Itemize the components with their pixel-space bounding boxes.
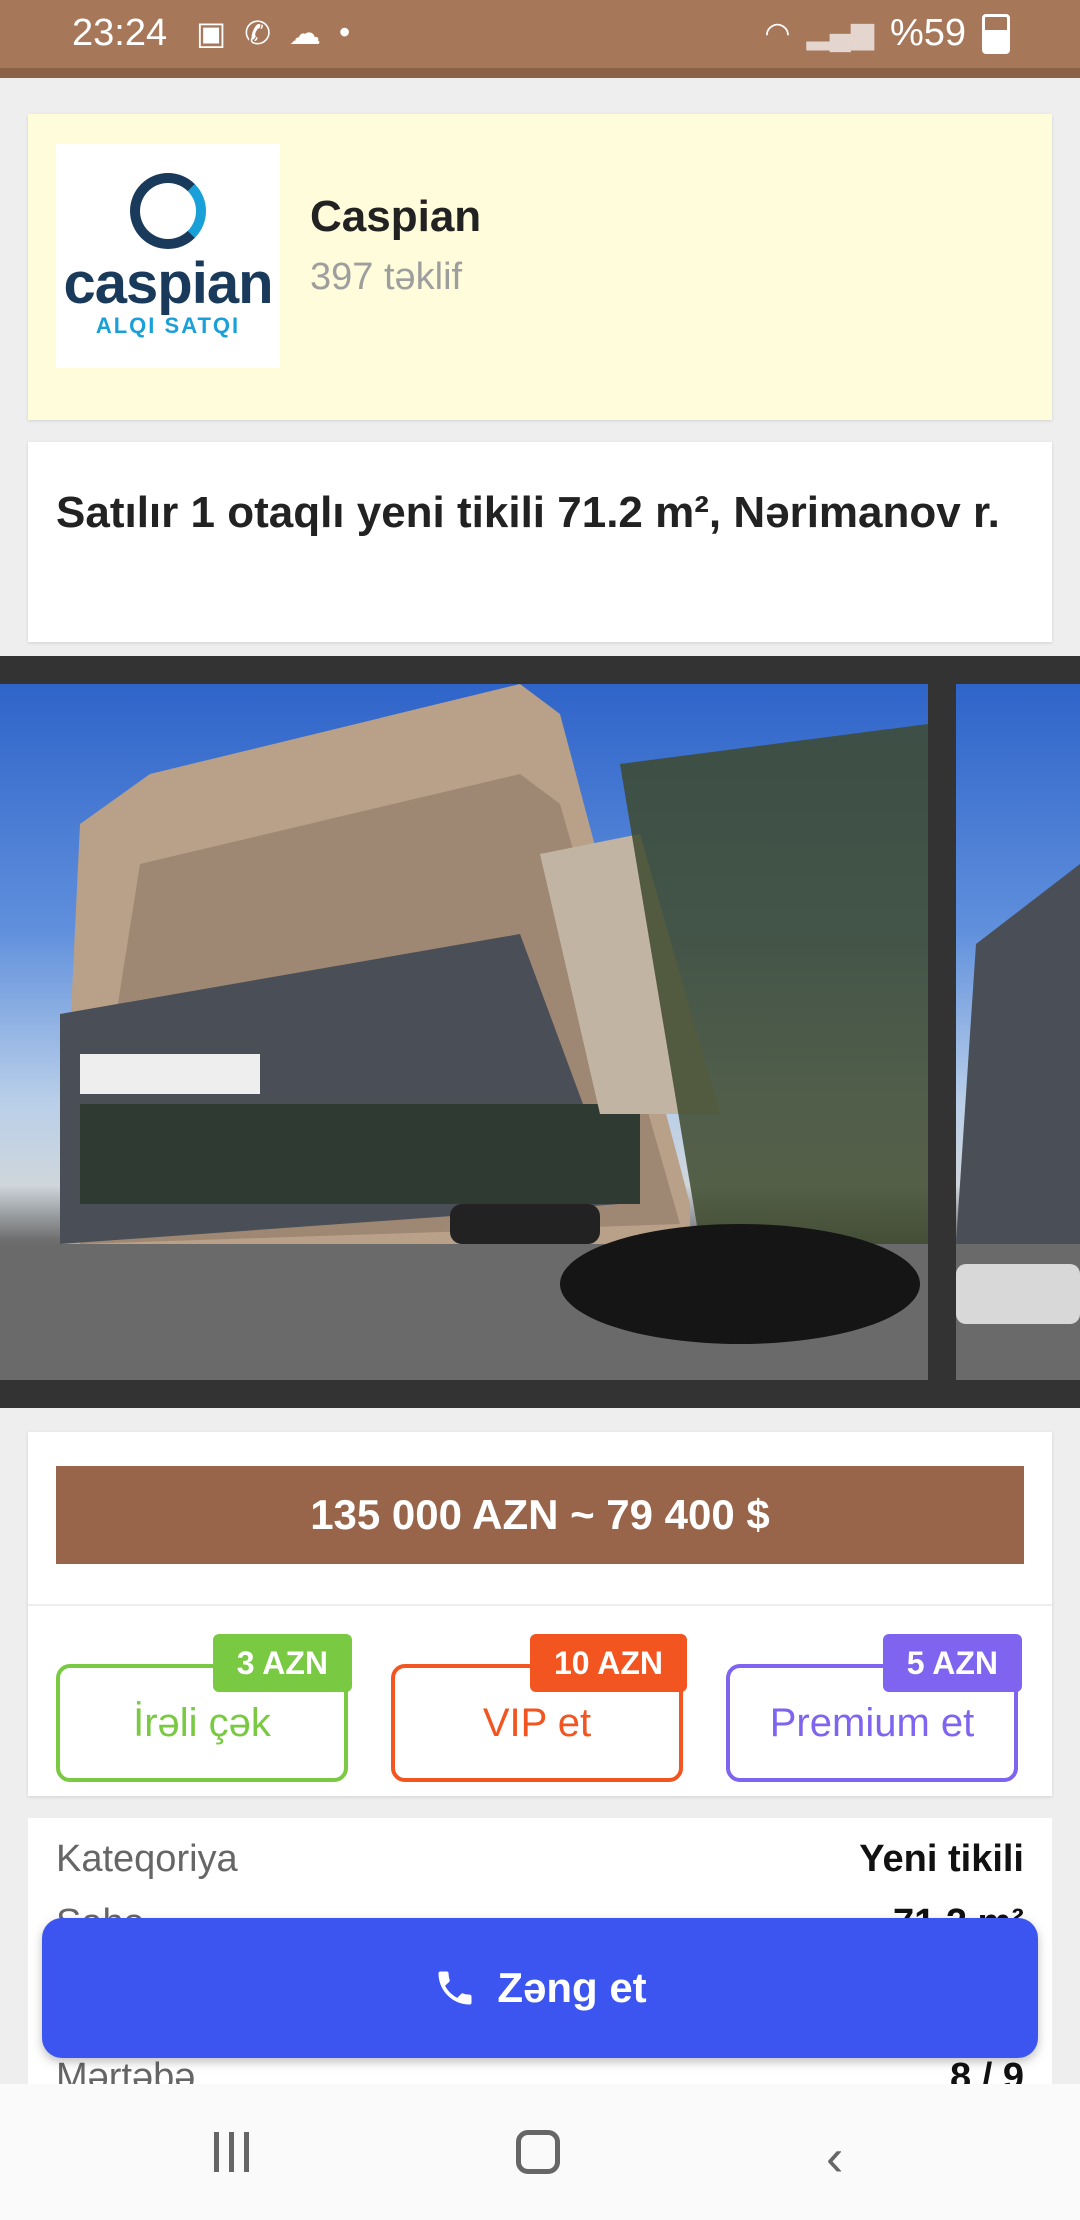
photo-gallery[interactable] xyxy=(0,656,1080,1408)
recent-apps-icon[interactable] xyxy=(214,2132,249,2172)
vip-button[interactable]: 10 AZN VIP et xyxy=(391,1634,687,1782)
gallery-photo-next[interactable] xyxy=(956,684,1080,1380)
system-nav-bar: ‹ xyxy=(0,2084,1080,2220)
cloud-icon: ☁ xyxy=(289,15,322,51)
logo-house-icon xyxy=(130,173,206,249)
detail-row-category: Kateqoriya Yeni tikili xyxy=(56,1838,1024,1881)
logo-word: caspian xyxy=(63,251,274,316)
battery-level: %59 xyxy=(889,12,966,54)
listing-title: Satılır 1 otaqlı yeni tikili 71.2 m², Nə… xyxy=(56,488,1000,537)
call-button[interactable]: Zəng et xyxy=(42,1918,1038,2058)
home-icon[interactable] xyxy=(516,2130,560,2174)
seller-name[interactable]: Caspian xyxy=(310,192,481,242)
divider xyxy=(28,1604,1052,1606)
gallery-photo-current[interactable] xyxy=(0,684,928,1380)
premium-button[interactable]: 5 AZN Premium et xyxy=(726,1634,1022,1782)
seller-logo: caspian ALQI SATQI xyxy=(56,144,280,368)
back-icon[interactable]: ‹ xyxy=(826,2128,843,2188)
seller-card[interactable]: caspian ALQI SATQI Caspian 397 təklif xyxy=(28,114,1052,420)
promote-forward-button[interactable]: 3 AZN İrəli çək xyxy=(56,1634,352,1782)
whatsapp-icon: ✆ xyxy=(244,15,272,51)
premium-price-badge: 5 AZN xyxy=(882,1634,1022,1692)
dot-icon: • xyxy=(339,14,351,50)
price-card: 135 000 AZN ~ 79 400 $ 3 AZN İrəli çək 1… xyxy=(28,1432,1052,1796)
promote-forward-price-badge: 3 AZN xyxy=(212,1634,352,1692)
battery-icon xyxy=(982,13,1010,54)
logo-subtitle: ALQI SATQI xyxy=(95,313,241,338)
detail-key: Kateqoriya xyxy=(56,1838,238,1880)
building-photo xyxy=(0,684,928,1380)
status-left-icons: ▣ ✆ ☁ • xyxy=(196,14,350,52)
premium-label: Premium et xyxy=(769,1700,975,1745)
status-divider xyxy=(0,68,1080,78)
listing-title-card: Satılır 1 otaqlı yeni tikili 71.2 m², Nə… xyxy=(28,442,1052,642)
signal-icon: ▂▄▆ xyxy=(806,17,874,50)
vip-label: VIP et xyxy=(482,1700,592,1745)
status-right: ◠ ▂▄▆ %59 xyxy=(764,12,1010,55)
image-icon: ▣ xyxy=(196,15,227,51)
wifi-icon: ◠ xyxy=(764,17,791,50)
vip-price-badge: 10 AZN xyxy=(529,1634,687,1692)
promote-forward-label: İrəli çək xyxy=(133,1700,271,1745)
detail-value: Yeni tikili xyxy=(859,1838,1024,1880)
call-button-label: Zəng et xyxy=(497,1964,647,2011)
status-time: 23:24 xyxy=(72,12,168,54)
price-bar: 135 000 AZN ~ 79 400 $ xyxy=(56,1466,1024,1564)
phone-icon xyxy=(438,1971,472,2005)
seller-offer-count: 397 təklif xyxy=(310,256,463,298)
status-bar: 23:24 ▣ ✆ ☁ • ◠ ▂▄▆ %59 xyxy=(0,0,1080,78)
